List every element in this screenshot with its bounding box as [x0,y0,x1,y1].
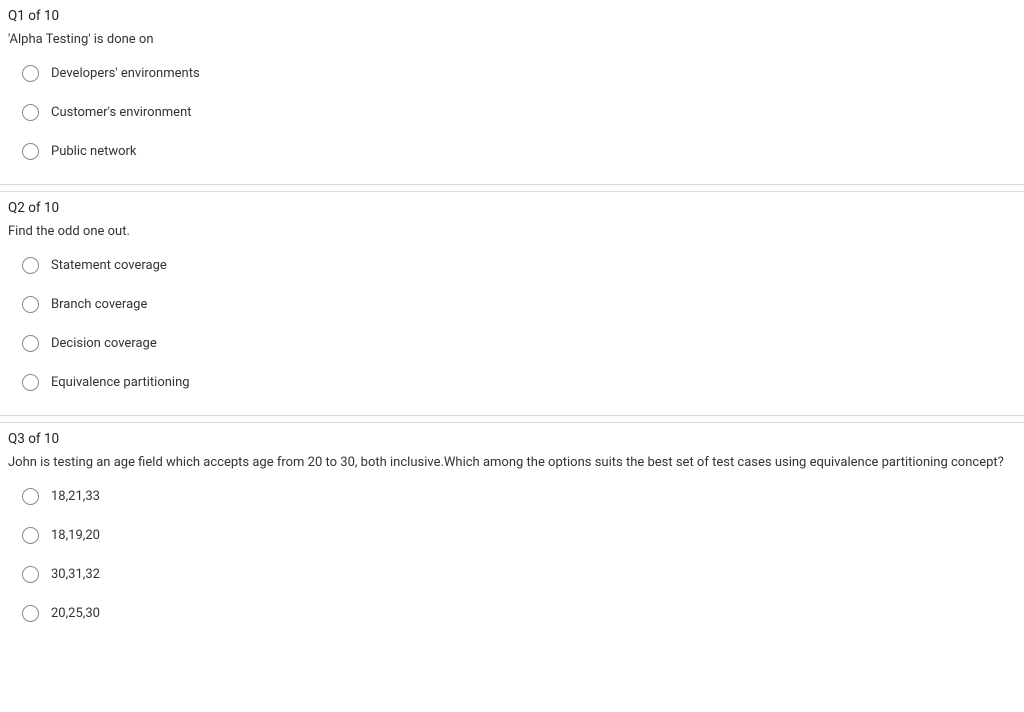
question-prompt: Find the odd one out. [8,224,1016,239]
radio-icon[interactable] [22,257,39,274]
radio-icon[interactable] [22,605,39,622]
option-row[interactable]: Statement coverage [22,257,1016,274]
option-label: Customer's environment [51,105,192,120]
option-row[interactable]: Branch coverage [22,296,1016,313]
question-prompt: John is testing an age field which accep… [8,455,1016,470]
option-row[interactable]: Public network [22,143,1016,160]
divider [0,184,1024,192]
option-label: 18,21,33 [51,489,100,504]
option-label: 20,25,30 [51,606,100,621]
radio-icon[interactable] [22,65,39,82]
option-row[interactable]: Equivalence partitioning [22,374,1016,391]
option-label: Decision coverage [51,336,157,351]
radio-icon[interactable] [22,566,39,583]
question-block-3: Q3 of 10 John is testing an age field wh… [0,423,1024,646]
option-label: 18,19,20 [51,528,100,543]
option-label: Statement coverage [51,258,167,273]
radio-icon[interactable] [22,296,39,313]
radio-icon[interactable] [22,374,39,391]
option-label: Branch coverage [51,297,147,312]
options-list: Developers' environments Customer's envi… [8,65,1016,160]
option-row[interactable]: 30,31,32 [22,566,1016,583]
radio-icon[interactable] [22,335,39,352]
question-block-1: Q1 of 10 'Alpha Testing' is done on Deve… [0,0,1024,184]
option-label: 30,31,32 [51,567,100,582]
option-row[interactable]: 20,25,30 [22,605,1016,622]
divider [0,415,1024,423]
options-list: Statement coverage Branch coverage Decis… [8,257,1016,391]
radio-icon[interactable] [22,104,39,121]
question-header: Q3 of 10 [8,431,1016,447]
option-row[interactable]: Developers' environments [22,65,1016,82]
option-label: Equivalence partitioning [51,375,190,390]
question-header: Q2 of 10 [8,200,1016,216]
question-prompt: 'Alpha Testing' is done on [8,32,1016,47]
radio-icon[interactable] [22,488,39,505]
option-row[interactable]: 18,21,33 [22,488,1016,505]
options-list: 18,21,33 18,19,20 30,31,32 20,25,30 [8,488,1016,622]
option-row[interactable]: Customer's environment [22,104,1016,121]
option-row[interactable]: 18,19,20 [22,527,1016,544]
radio-icon[interactable] [22,143,39,160]
question-block-2: Q2 of 10 Find the odd one out. Statement… [0,192,1024,415]
radio-icon[interactable] [22,527,39,544]
option-label: Developers' environments [51,66,200,81]
question-header: Q1 of 10 [8,8,1016,24]
option-label: Public network [51,144,137,159]
option-row[interactable]: Decision coverage [22,335,1016,352]
